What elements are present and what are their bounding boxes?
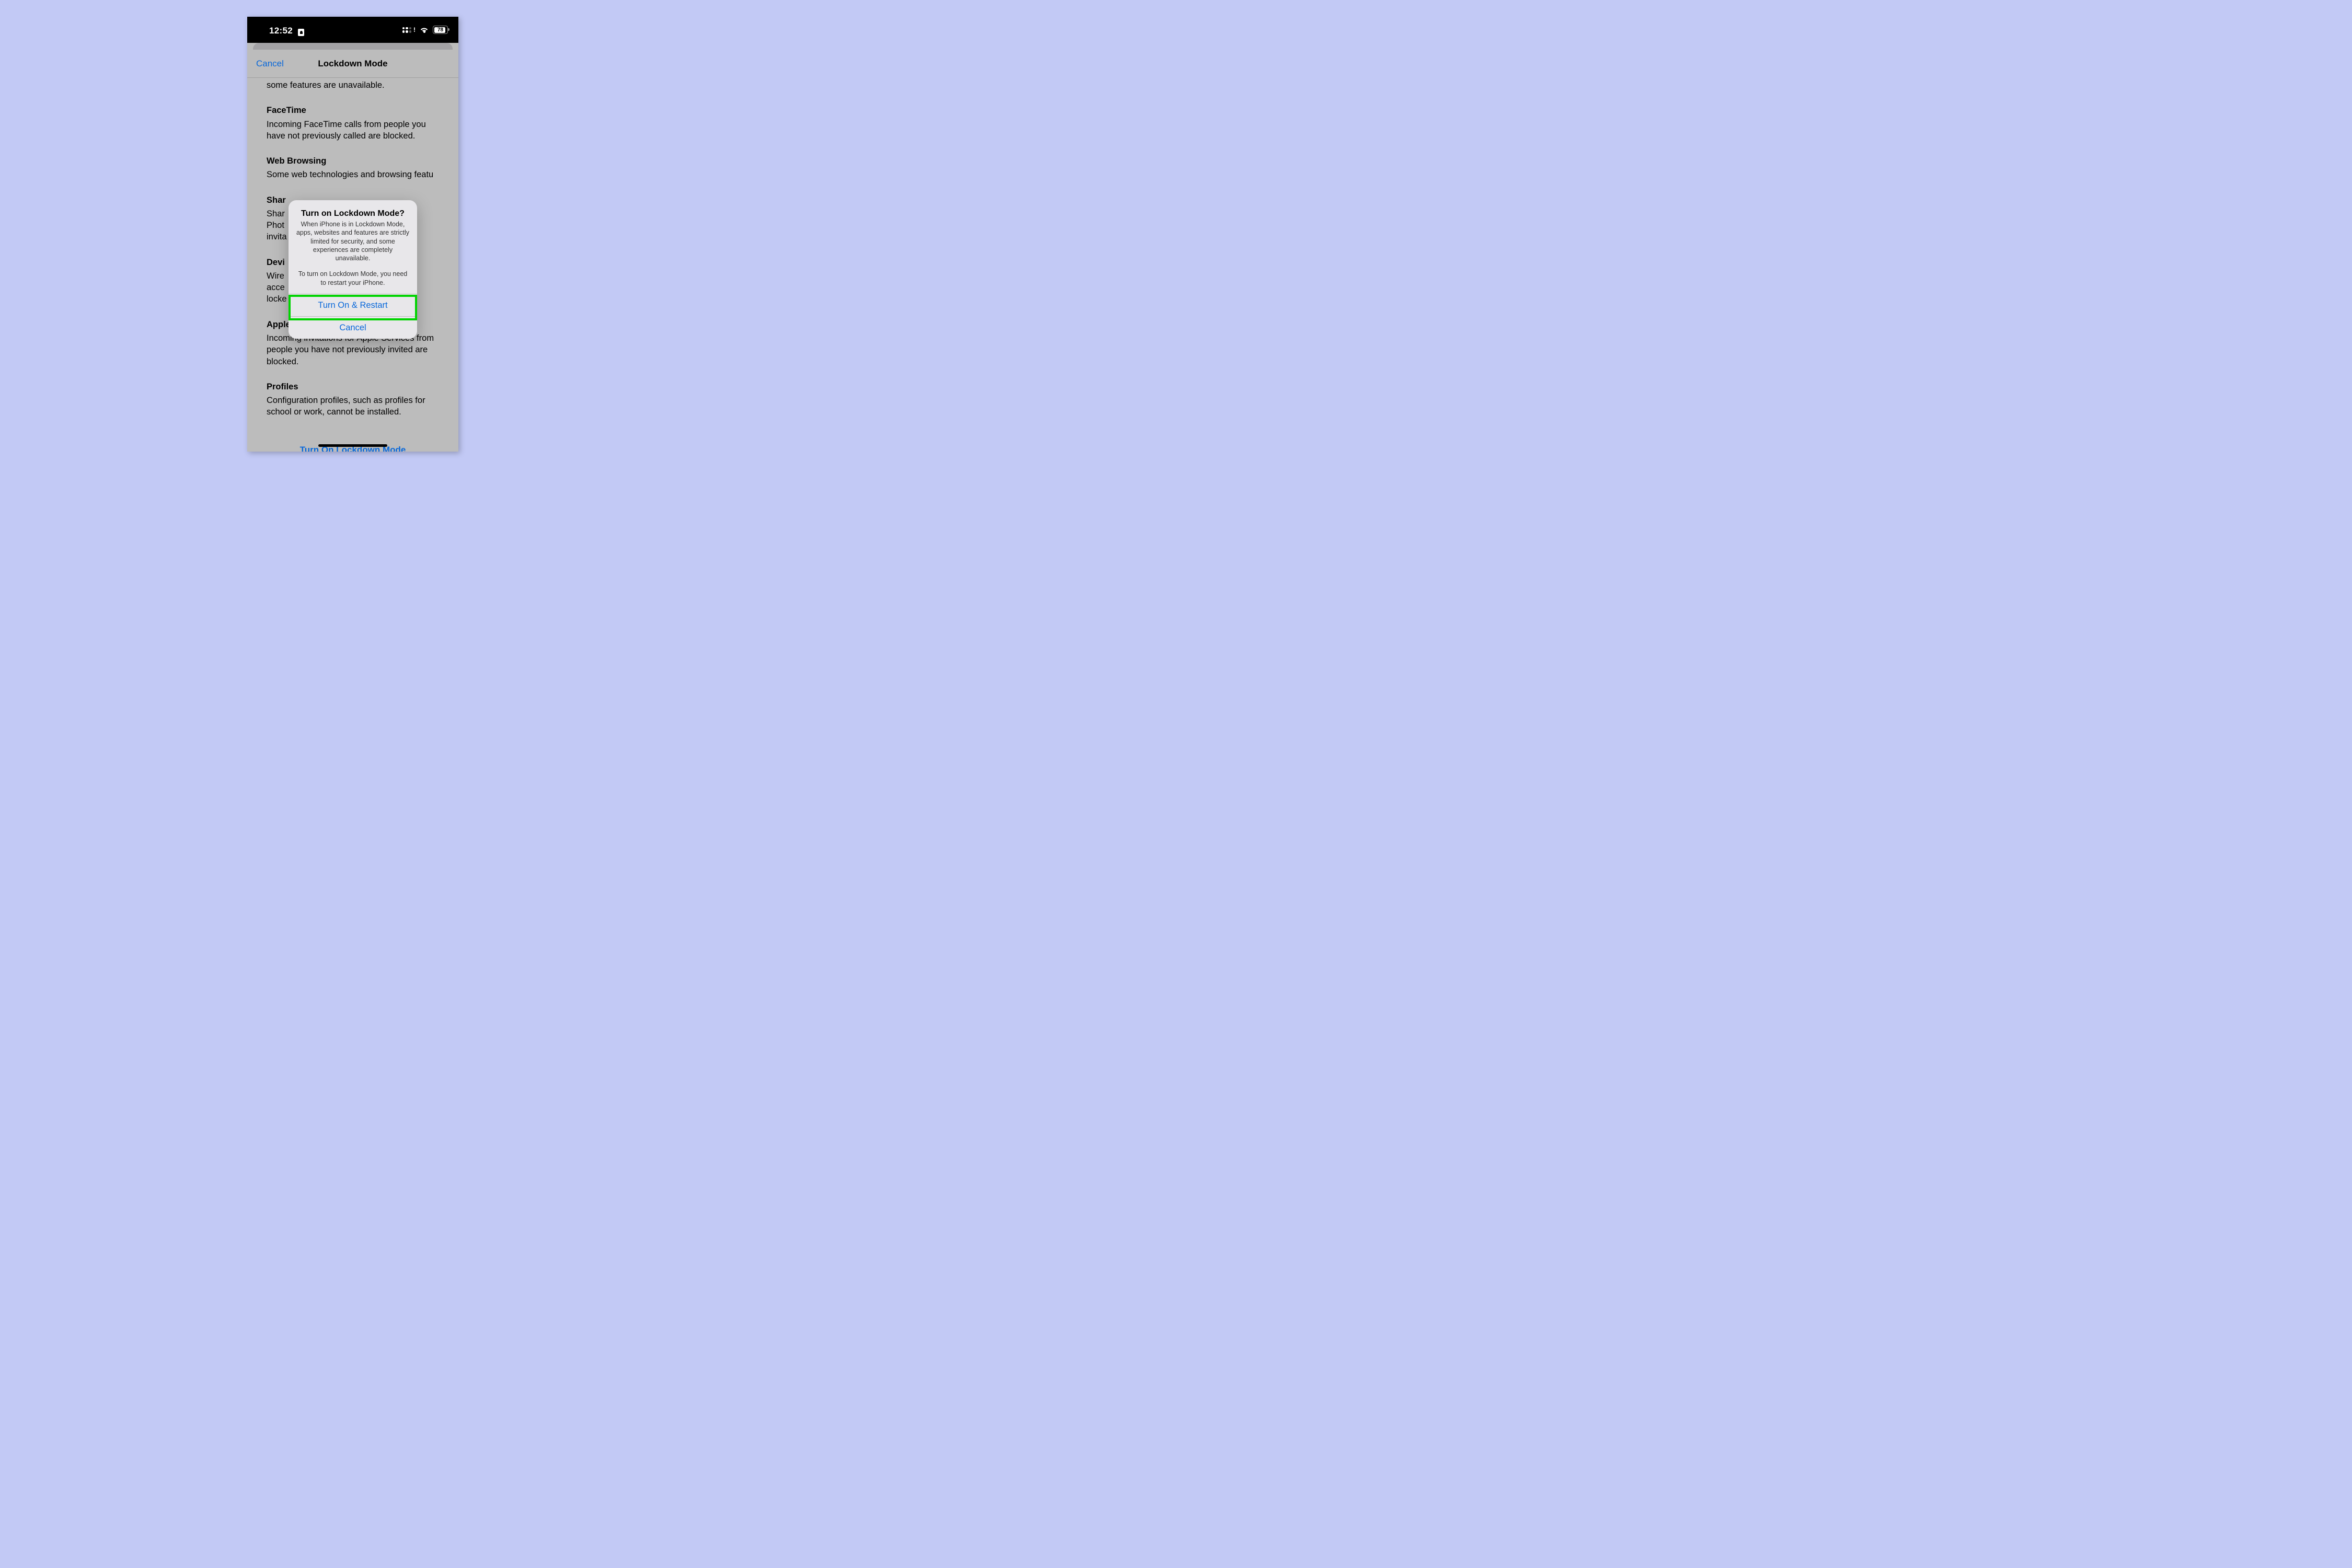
sim-card-icon <box>298 29 304 36</box>
clock-text: 12:52 <box>269 26 293 36</box>
status-time: 12:52 <box>269 26 304 36</box>
section-title-profiles: Profiles <box>267 381 439 393</box>
alert-title: Turn on Lockdown Mode? <box>296 209 410 218</box>
section-body-facetime: Incoming FaceTime calls from people you … <box>267 119 439 142</box>
section-title-web: Web Browsing <box>267 155 439 167</box>
partial-text: some features are unavailable. <box>267 79 439 91</box>
signal-alert-icon: ! <box>413 26 416 33</box>
canvas: 12:52 ! 78 C <box>0 0 706 470</box>
home-indicator[interactable] <box>318 444 387 447</box>
cellular-signal-icon <box>402 27 412 33</box>
page-title: Lockdown Mode <box>247 59 458 69</box>
sheet-navbar: Cancel Lockdown Mode <box>247 50 458 78</box>
alert-body: Turn on Lockdown Mode? When iPhone is in… <box>289 200 417 294</box>
phone-frame: 12:52 ! 78 C <box>247 17 458 452</box>
section-title-facetime: FaceTime <box>267 105 439 116</box>
battery-level: 78 <box>437 27 443 33</box>
alert-cancel-button[interactable]: Cancel <box>289 316 417 339</box>
wifi-icon <box>420 27 429 33</box>
section-body-web: Some web technologies and browsing featu <box>267 169 439 180</box>
battery-icon: 78 <box>433 26 448 34</box>
section-body-profiles: Configuration profiles, such as profiles… <box>267 395 439 418</box>
status-bar: 12:52 ! 78 <box>247 17 458 43</box>
status-right-cluster: ! 78 <box>402 26 448 34</box>
alert-message-2: To turn on Lockdown Mode, you need to re… <box>296 270 410 287</box>
lockdown-mode-sheet: Cancel Lockdown Mode some features are u… <box>247 50 458 452</box>
alert-message-1: When iPhone is in Lockdown Mode, apps, w… <box>296 220 410 262</box>
turn-on-restart-button[interactable]: Turn On & Restart <box>289 294 417 316</box>
confirmation-alert: Turn on Lockdown Mode? When iPhone is in… <box>289 200 417 339</box>
